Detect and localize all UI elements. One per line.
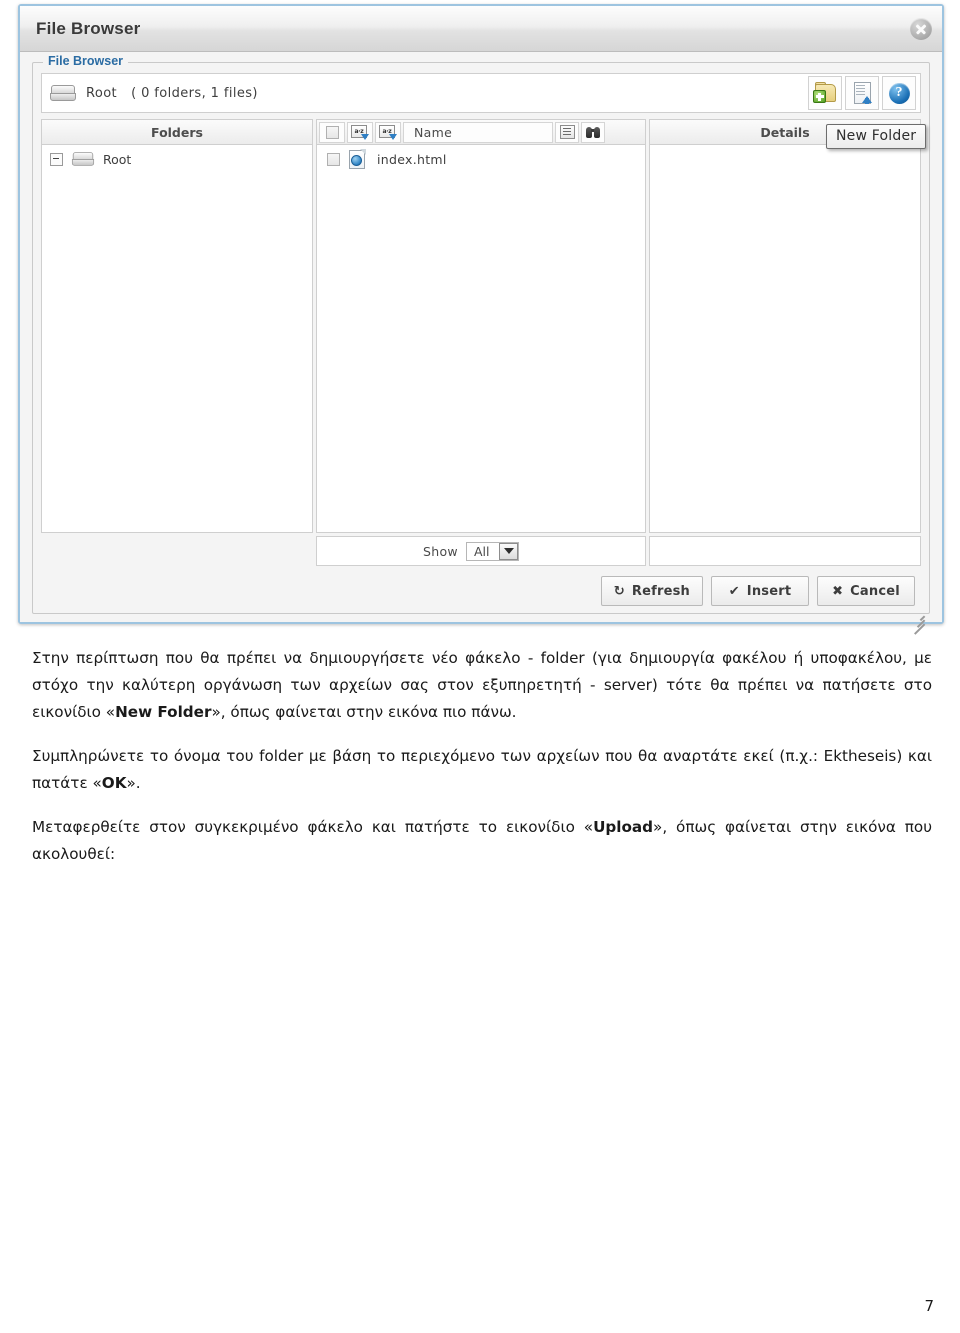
insert-button-label: Insert: [746, 583, 792, 599]
refresh-button[interactable]: ↻ Refresh: [600, 576, 703, 606]
details-content: [649, 145, 921, 533]
window-body: File Browser Root ( 0 folders, 1 files): [20, 52, 942, 634]
fieldset-legend: File Browser: [43, 54, 129, 68]
file-browser-screenshot: File Browser File Browser Root ( 0 folde…: [18, 4, 944, 634]
resize-grip[interactable]: [911, 610, 925, 634]
show-select-value: All: [473, 543, 490, 559]
files-list: index.html: [316, 145, 646, 533]
item-count-label: ( 0 folders, 1 files): [131, 85, 258, 101]
refresh-button-label: Refresh: [631, 583, 690, 599]
help-icon: ?: [888, 82, 910, 104]
file-browser-fieldset: File Browser Root ( 0 folders, 1 files): [32, 54, 930, 634]
cancel-button[interactable]: ✖ Cancel: [817, 576, 915, 606]
drive-icon: [50, 85, 76, 101]
check-icon: ✔: [728, 583, 740, 599]
show-label: Show: [423, 543, 458, 559]
document-text: Στην περίπτωση που θα πρέπει να δημιουργ…: [32, 645, 932, 885]
paragraph-3: Μεταφερθείτε στον συγκεκριμένο φάκελο κα…: [32, 814, 932, 868]
new-folder-tooltip: New Folder: [826, 124, 927, 149]
sort-az-icon: a·z: [379, 124, 397, 140]
insert-button[interactable]: ✔ Insert: [711, 576, 809, 606]
search-button[interactable]: [581, 121, 605, 143]
upload-button[interactable]: [845, 76, 879, 110]
sort-az-icon: a·z: [351, 124, 369, 140]
collapse-icon[interactable]: [50, 152, 63, 166]
column-header-name[interactable]: Name: [403, 121, 553, 143]
help-button[interactable]: ?: [882, 76, 916, 110]
sort-ascending-button[interactable]: a·z: [347, 121, 373, 143]
new-folder-button[interactable]: [808, 76, 842, 110]
new-folder-icon: [813, 82, 837, 103]
folders-tree: Root: [41, 145, 313, 533]
paragraph-2-part-b: ».: [126, 774, 141, 793]
panels-row: Folders Root a·z a·z Name index.html Det…: [41, 119, 921, 533]
paragraph-1-bold: New Folder: [115, 703, 212, 722]
paragraph-2: Συμπληρώνετε το όνομα του folder με βάση…: [32, 743, 932, 797]
header-spacer: [607, 122, 643, 143]
paragraph-3-part-a: Μεταφερθείτε στον συγκεκριμένο φάκελο κα…: [32, 818, 594, 837]
paragraph-1-part-b: », όπως φαίνεται στην εικόνα πιο πάνω.: [211, 703, 517, 722]
select-all-cell[interactable]: [319, 121, 345, 143]
folders-panel-header: Folders: [41, 119, 313, 145]
folders-panel: Folders Root: [41, 119, 313, 533]
sort-descending-button[interactable]: a·z: [375, 121, 401, 143]
row-checkbox[interactable]: [327, 152, 340, 166]
details-panel: Details: [649, 119, 921, 533]
files-list-header: a·z a·z Name: [316, 119, 646, 145]
showbar-spacer-right: [649, 536, 921, 566]
file-name-label: index.html: [377, 151, 447, 167]
refresh-icon: ↻: [613, 583, 625, 599]
file-browser-window: File Browser File Browser Root ( 0 folde…: [18, 4, 944, 634]
dialog-footer: ↻ Refresh ✔ Insert ✖ Cancel: [41, 576, 925, 634]
paragraph-3-bold: Upload: [593, 818, 654, 837]
showbar-main: Show All: [316, 536, 646, 566]
upload-icon: [852, 82, 872, 104]
window-title: File Browser: [36, 18, 141, 38]
html-file-icon: [349, 148, 366, 169]
chevron-down-icon[interactable]: [499, 542, 519, 560]
drive-icon: [71, 152, 95, 166]
x-icon: ✖: [832, 583, 844, 599]
path-toolbar: Root ( 0 folders, 1 files) ?: [41, 73, 921, 113]
tree-item-root[interactable]: Root: [42, 145, 312, 167]
close-icon[interactable]: [910, 17, 932, 40]
paragraph-2-bold: OK: [101, 774, 127, 793]
paragraph-2-part-a: Συμπληρώνετε το όνομα του folder με βάση…: [32, 747, 932, 793]
list-view-button[interactable]: [555, 121, 579, 143]
list-view-icon: [559, 125, 575, 139]
search-binoculars-icon: [585, 125, 601, 139]
window-title-bar: File Browser: [20, 6, 942, 52]
current-path-label: Root: [86, 85, 118, 101]
page-number: 7: [924, 1297, 934, 1315]
select-all-checkbox[interactable]: [325, 125, 339, 139]
paragraph-1: Στην περίπτωση που θα πρέπει να δημιουργ…: [32, 645, 932, 726]
tree-item-label: Root: [103, 151, 132, 167]
show-filter-bar: Show All: [41, 536, 921, 566]
show-select[interactable]: All: [465, 541, 520, 561]
toolbar: ?: [808, 76, 918, 110]
list-item[interactable]: index.html: [317, 145, 645, 173]
files-panel: a·z a·z Name index.html: [316, 119, 646, 533]
cancel-button-label: Cancel: [850, 583, 900, 599]
column-header-name-label: Name: [414, 124, 453, 140]
